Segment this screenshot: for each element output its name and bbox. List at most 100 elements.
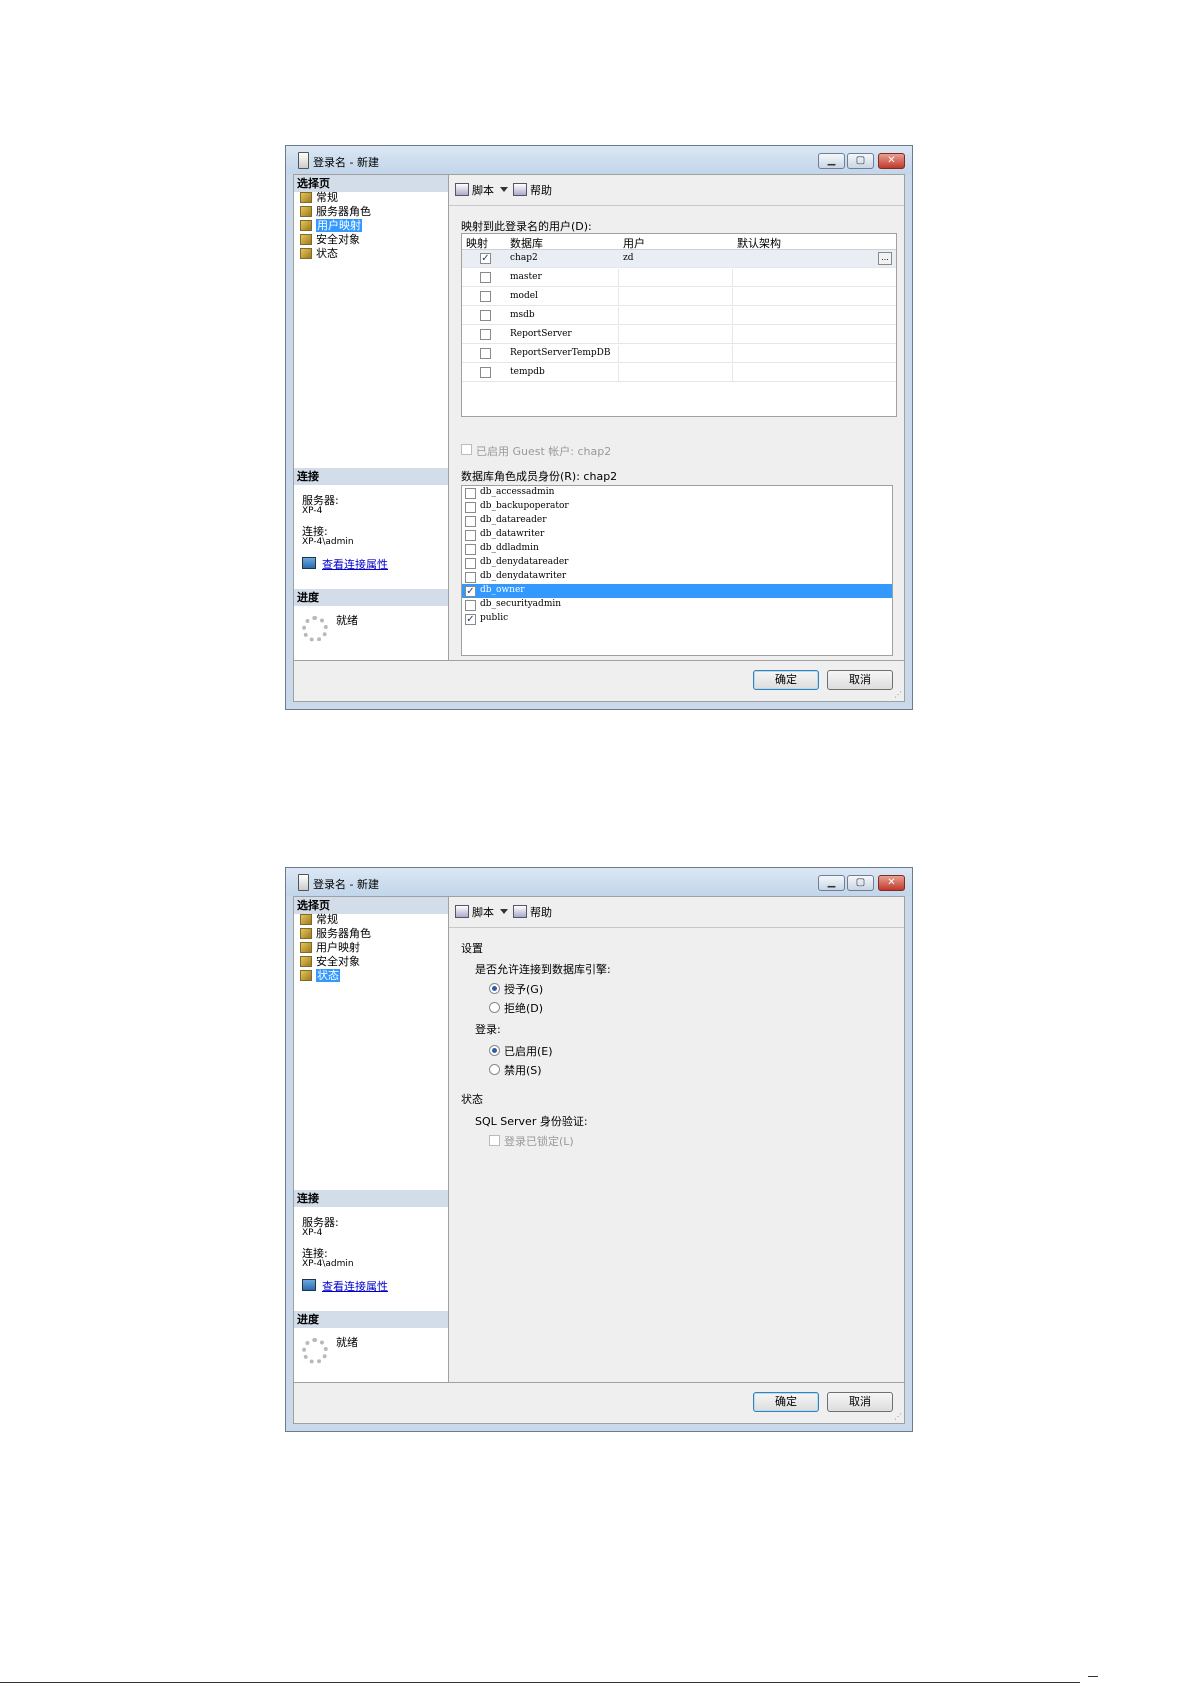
page-item-status[interactable]: 状态: [300, 247, 338, 261]
map-checkbox[interactable]: [480, 367, 491, 378]
table-row[interactable]: ReportServer: [462, 326, 896, 344]
map-checkbox[interactable]: ✓: [480, 253, 491, 264]
table-row[interactable]: ✓ chap2 zd ...: [462, 250, 896, 268]
page-item-general[interactable]: 常规: [300, 913, 338, 927]
script-button[interactable]: 脚本: [455, 905, 494, 919]
list-item[interactable]: db_securityadmin: [462, 598, 892, 612]
script-button[interactable]: 脚本: [455, 183, 494, 197]
list-item[interactable]: db_denydatawriter: [462, 570, 892, 584]
database-cell: tempdb: [510, 367, 545, 377]
column-header-default-schema[interactable]: 默认架构: [737, 235, 781, 251]
login-locked-checkbox: [489, 1135, 500, 1146]
role-checkbox[interactable]: [465, 544, 476, 555]
window-icon: [298, 874, 309, 891]
permission-question: 是否允许连接到数据库引擎:: [475, 963, 611, 976]
help-icon: [513, 183, 527, 196]
column-header-database[interactable]: 数据库: [510, 235, 543, 251]
list-item[interactable]: db_denydatareader: [462, 556, 892, 570]
browse-schema-button[interactable]: ...: [878, 252, 892, 265]
close-button[interactable]: ✕: [878, 153, 905, 169]
disabled-radio[interactable]: [489, 1064, 500, 1075]
page-item-securables[interactable]: 安全对象: [300, 955, 360, 969]
role-checkbox[interactable]: [465, 530, 476, 541]
window-icon: [298, 152, 309, 169]
table-row[interactable]: tempdb: [462, 364, 896, 382]
disabled-label[interactable]: 禁用(S): [504, 1062, 542, 1078]
dialog-body: 选择页 常规 服务器角色 用户映射 安全对象 状态 连接 服务器: XP-4 连…: [293, 896, 905, 1424]
view-connection-properties-link[interactable]: 查看连接属性: [322, 1278, 388, 1294]
list-item[interactable]: db_accessadmin: [462, 486, 892, 500]
role-checkbox[interactable]: [465, 502, 476, 513]
list-item[interactable]: ✓ public: [462, 612, 892, 626]
server-value: XP-4: [302, 1228, 323, 1238]
minimize-button[interactable]: ▁: [818, 153, 845, 169]
help-button[interactable]: 帮助: [513, 183, 552, 197]
map-checkbox[interactable]: [480, 310, 491, 321]
role-checkbox[interactable]: [465, 488, 476, 499]
view-connection-properties-link[interactable]: 查看连接属性: [322, 556, 388, 572]
enabled-radio[interactable]: [489, 1045, 500, 1056]
role-checkbox[interactable]: [465, 558, 476, 569]
column-header-user[interactable]: 用户: [623, 235, 645, 251]
grid-header: 映射 数据库 用户 默认架构: [462, 234, 896, 250]
script-dropdown-icon[interactable]: [500, 909, 508, 914]
close-button[interactable]: ✕: [878, 875, 905, 891]
server-label: 服务器:: [302, 1216, 339, 1229]
page-icon: [300, 942, 312, 953]
table-row[interactable]: model: [462, 288, 896, 306]
list-item[interactable]: db_datawriter: [462, 528, 892, 542]
script-dropdown-icon[interactable]: [500, 187, 508, 192]
cancel-button[interactable]: 取消: [827, 1392, 893, 1412]
ok-button[interactable]: 确定: [753, 670, 819, 690]
connection-header: 连接: [294, 1190, 448, 1207]
enabled-label[interactable]: 已启用(E): [504, 1043, 553, 1059]
page-item-user-mapping[interactable]: 用户映射: [300, 941, 360, 955]
progress-status: 就绪: [336, 1336, 358, 1349]
list-item[interactable]: ✓ db_owner: [462, 584, 892, 598]
user-cell[interactable]: zd: [623, 253, 634, 263]
deny-radio[interactable]: [489, 1002, 500, 1013]
server-value: XP-4: [302, 506, 323, 516]
table-row[interactable]: msdb: [462, 307, 896, 325]
column-header-map[interactable]: 映射: [466, 235, 488, 251]
grant-label[interactable]: 授予(G): [504, 981, 543, 997]
ok-button[interactable]: 确定: [753, 1392, 819, 1412]
list-item[interactable]: db_backupoperator: [462, 500, 892, 514]
page-item-server-roles[interactable]: 服务器角色: [300, 927, 371, 941]
deny-label[interactable]: 拒绝(D): [504, 1000, 543, 1016]
maximize-button[interactable]: ▢: [847, 875, 874, 891]
page-item-server-roles[interactable]: 服务器角色: [300, 205, 371, 219]
role-checkbox[interactable]: [465, 516, 476, 527]
database-cell: ReportServerTempDB: [510, 348, 611, 358]
list-item[interactable]: db_datareader: [462, 514, 892, 528]
help-button[interactable]: 帮助: [513, 905, 552, 919]
list-item[interactable]: db_ddladmin: [462, 542, 892, 556]
table-row[interactable]: ReportServerTempDB: [462, 345, 896, 363]
resize-grip-icon[interactable]: ⋰: [894, 1412, 902, 1421]
maximize-button[interactable]: ▢: [847, 153, 874, 169]
cancel-button[interactable]: 取消: [827, 670, 893, 690]
resize-grip-icon[interactable]: ⋰: [894, 690, 902, 699]
map-checkbox[interactable]: [480, 348, 491, 359]
title-bar[interactable]: 登录名 - 新建 ▁ ▢ ✕: [286, 868, 912, 896]
connection-value: XP-4\admin: [302, 1259, 354, 1269]
map-checkbox[interactable]: [480, 272, 491, 283]
role-checkbox[interactable]: [465, 600, 476, 611]
table-row[interactable]: master: [462, 269, 896, 287]
role-checkbox[interactable]: [465, 572, 476, 583]
role-checkbox[interactable]: ✓: [465, 614, 476, 625]
page-icon: [300, 248, 312, 259]
page-item-status[interactable]: 状态: [300, 969, 340, 983]
map-checkbox[interactable]: [480, 291, 491, 302]
title-bar[interactable]: 登录名 - 新建 ▁ ▢ ✕: [286, 146, 912, 174]
page-item-general[interactable]: 常规: [300, 191, 338, 205]
role-checkbox[interactable]: ✓: [465, 586, 476, 597]
minimize-button[interactable]: ▁: [818, 875, 845, 891]
right-pane: 脚本 帮助 设置 是否允许连接到数据库引擎: 授予(G) 拒绝(D) 登录: 已…: [449, 897, 904, 1383]
role-membership-list: db_accessadmin db_backupoperator db_data…: [461, 485, 893, 656]
page-item-user-mapping[interactable]: 用户映射: [300, 219, 362, 233]
map-checkbox[interactable]: [480, 329, 491, 340]
grant-radio[interactable]: [489, 983, 500, 994]
page-item-securables[interactable]: 安全对象: [300, 233, 360, 247]
right-pane: 脚本 帮助 映射到此登录名的用户(D): 映射 数据库 用户 默认架构 ✓ ch…: [449, 175, 904, 661]
